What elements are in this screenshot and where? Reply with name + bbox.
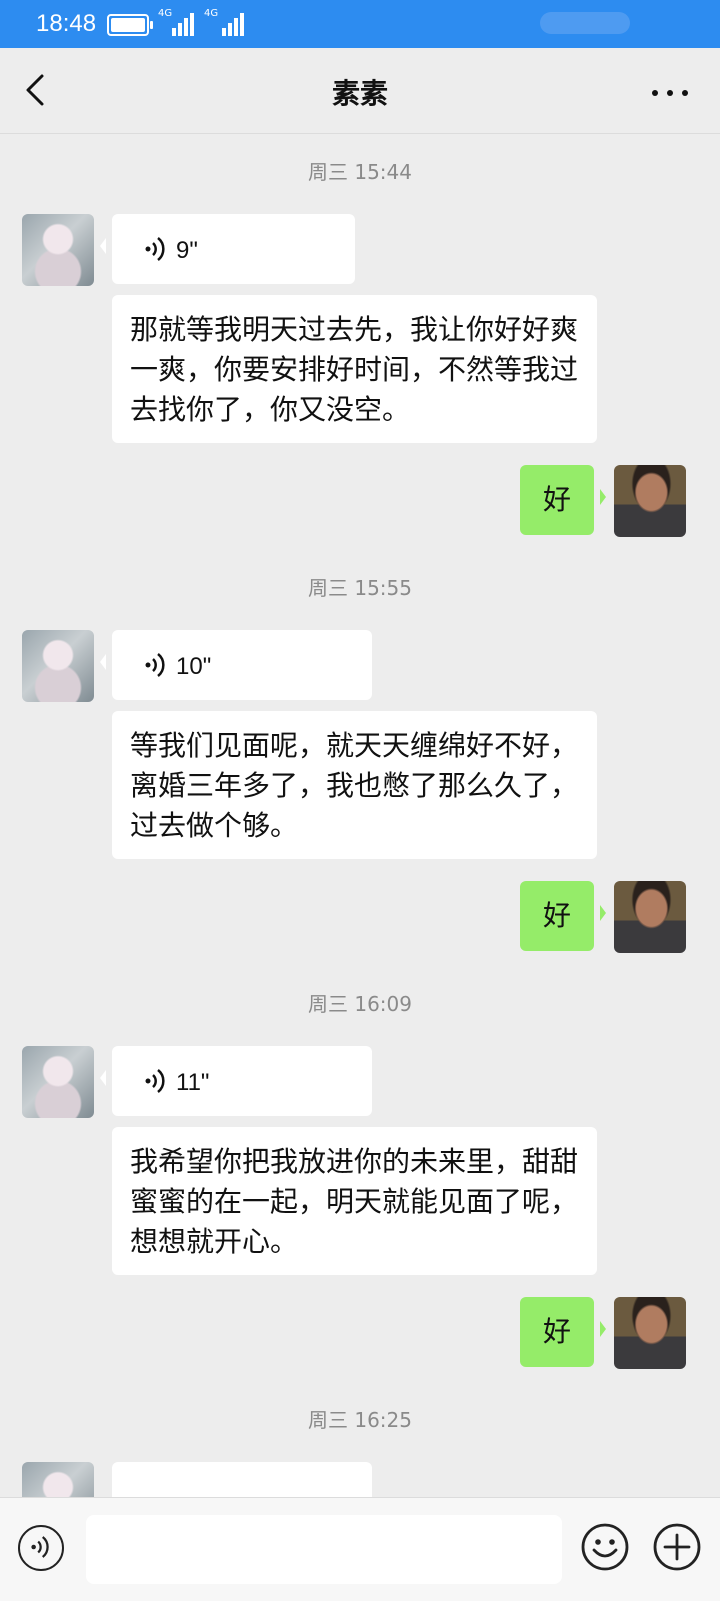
timestamp: 周三 16:09 — [308, 992, 412, 1016]
voice-duration: 10" — [176, 653, 212, 680]
voice-message[interactable]: 9" — [100, 214, 355, 284]
plus-icon[interactable] — [652, 1522, 702, 1572]
input-bar — [0, 1497, 720, 1601]
network-label-2: 4G — [204, 8, 219, 19]
message-list[interactable]: 周三 15:44 9" 那就等我明天过去先，我让你好好爽一爽，你要安排好时间，不… — [0, 134, 720, 1497]
text-message[interactable]: 等我们见面呢，就天天缠绵好不好，离婚三年多了，我也憋了那么久了，过去做个够。 — [112, 711, 597, 859]
voice-message[interactable]: 10" — [100, 630, 372, 700]
blurred-region — [540, 12, 630, 34]
voice-duration: 9" — [176, 237, 198, 264]
signal-icon: 4G — [158, 8, 202, 38]
voice-wave-icon — [145, 237, 165, 261]
message-input[interactable] — [86, 1515, 562, 1584]
voice-duration: 11" — [176, 1069, 210, 1096]
voice-wave-icon — [31, 1536, 49, 1558]
status-bar: 18:48 4G 4G — [0, 0, 720, 48]
contact-avatar[interactable] — [22, 1046, 94, 1118]
contact-avatar[interactable] — [22, 630, 94, 702]
voice-wave-icon — [145, 653, 165, 677]
text-message[interactable]: 那就等我明天过去先，我让你好好爽一爽，你要安排好时间，不然等我过去找你了，你又没… — [112, 295, 597, 443]
timestamp: 周三 16:25 — [308, 1408, 412, 1432]
message-text: 好 — [542, 899, 571, 932]
status-time: 18:48 — [36, 10, 97, 37]
sent-message[interactable]: 好 — [520, 465, 606, 535]
network-label-1: 4G — [158, 8, 173, 19]
contact-avatar[interactable] — [22, 214, 94, 286]
more-dots-icon[interactable] — [650, 88, 690, 98]
user-avatar[interactable] — [614, 881, 686, 953]
sent-message[interactable]: 好 — [520, 881, 606, 951]
voice-message[interactable] — [112, 1462, 372, 1497]
message-text: 等我们见面呢，就天天缠绵好不好，离婚三年多了，我也憋了那么久了，过去做个够。 — [130, 729, 579, 842]
voice-wave-icon — [145, 1069, 165, 1093]
emoji-icon[interactable] — [580, 1522, 630, 1572]
user-avatar[interactable] — [614, 465, 686, 537]
sent-message[interactable]: 好 — [520, 1297, 606, 1367]
message-text: 我希望你把我放进你的未来里，甜甜蜜蜜的在一起，明天就能见面了呢，想想就开心。 — [130, 1145, 579, 1258]
contact-avatar[interactable] — [22, 1462, 94, 1497]
chat-header: 素素 — [0, 48, 720, 134]
message-text: 好 — [542, 483, 571, 516]
user-avatar[interactable] — [614, 1297, 686, 1369]
signal-icon: 4G — [204, 8, 248, 38]
timestamp: 周三 15:44 — [308, 160, 412, 184]
text-message[interactable]: 我希望你把我放进你的未来里，甜甜蜜蜜的在一起，明天就能见面了呢，想想就开心。 — [112, 1127, 597, 1275]
battery-icon — [107, 14, 153, 36]
chat-title: 素素 — [331, 77, 388, 110]
timestamp: 周三 15:55 — [308, 576, 412, 600]
message-text: 那就等我明天过去先，我让你好好爽一爽，你要安排好时间，不然等我过去找你了，你又没… — [130, 313, 579, 426]
voice-icon[interactable] — [18, 1525, 64, 1571]
message-text: 好 — [542, 1315, 571, 1348]
voice-message[interactable]: 11" — [100, 1046, 372, 1116]
